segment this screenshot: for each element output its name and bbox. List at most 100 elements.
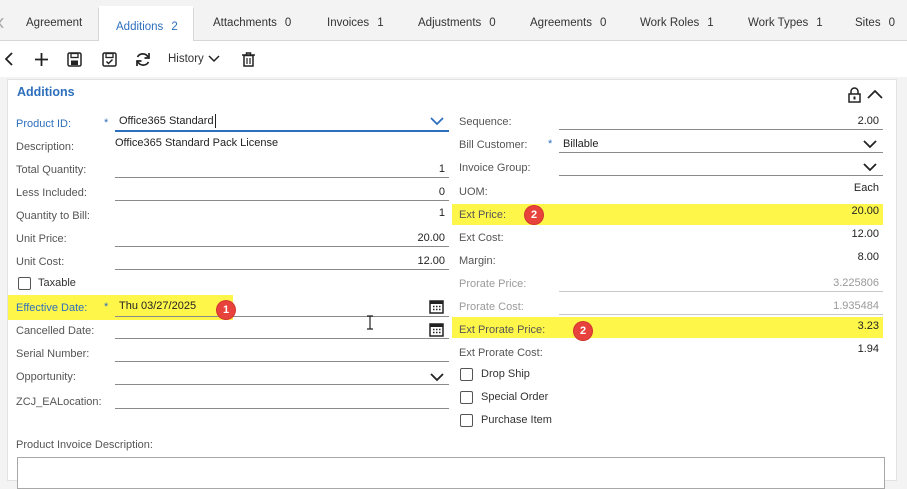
prorate-cost-underline — [559, 314, 883, 315]
tab-label: Work Types — [748, 17, 809, 29]
ext-price-label: Ext Price: — [459, 209, 507, 221]
chevron-down-icon[interactable] — [430, 117, 444, 129]
tabs-scroll-left-icon[interactable] — [0, 0, 4, 40]
tab-count: 0 — [600, 17, 607, 29]
panel-title: Additions — [17, 85, 75, 99]
tab-count: 0 — [284, 17, 292, 29]
save-and-close-button[interactable] — [100, 49, 118, 69]
effective-date-input[interactable]: Thu 03/27/2025 — [119, 300, 196, 312]
required-marker: * — [104, 301, 109, 313]
delete-button[interactable] — [239, 49, 257, 69]
prorate-price-label: Prorate Price: — [459, 278, 527, 290]
bill-customer-underline — [559, 152, 883, 153]
invoice-group-underline — [559, 175, 883, 176]
purchase-item-label: Purchase Item — [481, 414, 552, 426]
unit-cost-input[interactable]: 12.00 — [115, 255, 445, 267]
lock-icon[interactable] — [848, 87, 861, 106]
taxable-checkbox[interactable] — [18, 277, 31, 290]
tab-count: 2 — [171, 21, 178, 33]
description-label: Description: — [16, 141, 75, 153]
less-included-input[interactable]: 0 — [115, 186, 445, 198]
ext-prorate-cost-label: Ext Prorate Cost: — [459, 347, 543, 359]
chevron-down-icon — [208, 55, 220, 63]
add-button[interactable] — [32, 49, 50, 69]
product-invoice-description-label: Product Invoice Description: — [16, 439, 153, 451]
cancelled-date-label: Cancelled Date: — [16, 325, 95, 337]
save-button[interactable] — [65, 49, 83, 69]
unit-cost-underline — [115, 269, 449, 270]
prorate-price-underline — [559, 291, 883, 292]
tab-bar: Agreement Additions 2 Attachments 0 Invoic… — [0, 0, 907, 47]
bill-customer-label: Bill Customer: — [459, 139, 528, 151]
product-invoice-description-textarea[interactable] — [17, 457, 885, 489]
ext-prorate-price-value: 3.23 — [857, 320, 879, 332]
tab-work-types[interactable]: Work Types 1 — [748, 0, 823, 40]
unit-price-label: Unit Price: — [16, 233, 67, 245]
calendar-icon[interactable] — [429, 322, 444, 340]
uom-label: UOM: — [459, 186, 488, 198]
ext-prorate-cost-value: 1.94 — [857, 343, 879, 355]
tab-adjustments[interactable]: Adjustments 0 — [418, 0, 496, 40]
tab-count: 1 — [707, 17, 714, 29]
ext-prorate-price-label: Ext Prorate Price: — [459, 324, 546, 336]
tab-sites[interactable]: Sites 0 — [855, 0, 895, 40]
chevron-down-icon[interactable] — [430, 373, 444, 385]
tab-count: 1 — [816, 17, 823, 29]
tab-work-roles[interactable]: Work Roles 1 — [640, 0, 714, 40]
calendar-icon[interactable] — [429, 299, 444, 317]
uom-value: Each — [853, 182, 879, 194]
history-dropdown[interactable]: History — [168, 49, 222, 69]
description-input[interactable]: Office365 Standard Pack License — [115, 137, 278, 149]
special-order-label: Special Order — [481, 391, 549, 403]
effective-date-label: Effective Date: — [16, 302, 88, 314]
tab-label: Additions — [116, 21, 164, 33]
annotation-badge: 1 — [217, 301, 235, 319]
invoice-group-label: Invoice Group: — [459, 162, 531, 174]
tab-invoices[interactable]: Invoices 1 — [327, 0, 384, 40]
sequence-underline — [559, 129, 883, 130]
sequence-label: Sequence: — [459, 116, 512, 128]
opportunity-label: Opportunity: — [16, 371, 76, 383]
zcj-ealocation-label: ZCJ_EALocation: — [16, 396, 102, 408]
sequence-input[interactable]: 2.00 — [559, 115, 879, 127]
prorate-cost-label: Prorate Cost: — [459, 301, 524, 313]
taxable-label: Taxable — [38, 277, 76, 289]
bill-customer-select[interactable]: Billable — [563, 138, 598, 150]
chevron-down-icon[interactable] — [863, 163, 877, 175]
product-id-input[interactable]: Office365 Standard — [119, 115, 214, 127]
tab-label: Agreement — [26, 17, 83, 29]
unit-price-input[interactable]: 20.00 — [115, 232, 445, 244]
serial-number-underline — [115, 361, 449, 362]
margin-label: Margin: — [459, 255, 496, 267]
ext-cost-label: Ext Cost: — [459, 232, 504, 244]
refresh-button[interactable] — [133, 49, 153, 69]
quantity-to-bill-label: Quantity to Bill: — [16, 210, 90, 222]
chevron-up-icon[interactable] — [867, 89, 883, 102]
special-order-checkbox[interactable] — [460, 391, 473, 404]
text-caret — [215, 114, 216, 128]
tab-attachments[interactable]: Attachments 0 — [213, 0, 291, 40]
less-included-label: Less Included: — [16, 187, 87, 199]
margin-value: 8.00 — [857, 251, 879, 263]
toolbar: History — [0, 41, 907, 77]
purchase-item-checkbox[interactable] — [460, 414, 473, 427]
tab-agreements[interactable]: Agreements 0 — [530, 0, 606, 40]
quantity-to-bill-value: 1 — [438, 207, 445, 219]
effective-date-underline — [115, 316, 449, 317]
tab-label: Work Roles — [640, 17, 700, 29]
total-quantity-input[interactable]: 1 — [115, 163, 445, 175]
product-id-underline — [115, 130, 449, 132]
product-id-label: Product ID: — [16, 118, 72, 130]
tab-agreement[interactable]: Agreement — [26, 0, 82, 40]
history-label: History — [168, 53, 204, 65]
less-included-underline — [115, 200, 449, 201]
tab-count: 0 — [888, 17, 895, 29]
ext-price-value: 20.00 — [851, 205, 879, 217]
tab-label: Adjustments — [418, 17, 482, 29]
drop-ship-checkbox[interactable] — [460, 368, 473, 381]
annotation-badge: 2 — [525, 206, 543, 224]
back-button[interactable] — [2, 49, 16, 69]
opportunity-underline — [115, 384, 449, 385]
required-marker: * — [548, 138, 553, 150]
chevron-down-icon[interactable] — [863, 140, 877, 152]
